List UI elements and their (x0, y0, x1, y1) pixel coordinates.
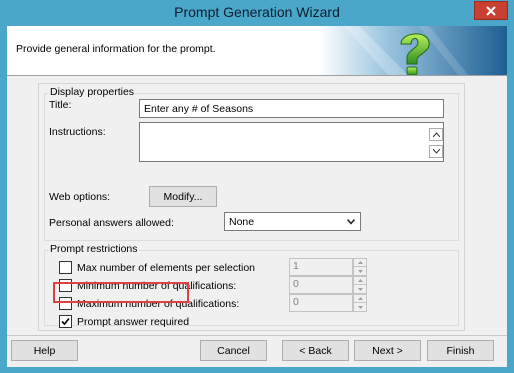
question-mark-banner-icon (319, 26, 507, 75)
answer-required-checkbox[interactable] (59, 315, 72, 328)
max-elements-label: Max number of elements per selection (77, 262, 256, 274)
spin-down-icon[interactable] (354, 303, 366, 311)
title-label: Title: (49, 99, 72, 111)
next-button[interactable]: Next > (354, 340, 421, 361)
min-qualifications-input[interactable]: 0 (289, 276, 353, 294)
dialog-client-area: Provide general information for the prom… (7, 26, 507, 367)
max-elements-input[interactable]: 1 (289, 258, 353, 276)
checkmark-icon (61, 317, 70, 326)
finish-button[interactable]: Finish (427, 340, 494, 361)
chevron-up-icon (432, 132, 440, 137)
chevron-down-icon (432, 149, 440, 154)
spin-down-icon[interactable] (354, 267, 366, 275)
max-qualifications-spinner[interactable] (353, 294, 367, 312)
chevron-down-icon (347, 219, 355, 225)
spin-up-icon[interactable] (354, 259, 366, 267)
personal-answers-label: Personal answers allowed: (49, 217, 174, 229)
modify-button[interactable]: Modify... (149, 186, 217, 207)
instructions-scroll-up[interactable] (429, 128, 443, 141)
close-icon (486, 5, 496, 16)
title-field[interactable]: Enter any # of Seasons (139, 99, 444, 118)
max-qualifications-input[interactable]: 0 (289, 294, 353, 312)
answer-required-highlight (53, 282, 189, 303)
answer-required-label: Prompt answer required (77, 316, 190, 328)
prompt-restrictions-label: Prompt restrictions (49, 243, 139, 255)
instructions-field[interactable] (139, 122, 444, 162)
spin-down-icon[interactable] (354, 285, 366, 293)
wizard-window: Prompt Generation Wizard Provide general… (0, 0, 514, 373)
instructions-label: Instructions: (49, 126, 106, 138)
spin-up-icon[interactable] (354, 295, 366, 303)
footer-separator (7, 335, 507, 336)
close-button[interactable] (474, 1, 508, 20)
min-qualifications-spinner[interactable] (353, 276, 367, 294)
spin-up-icon[interactable] (354, 277, 366, 285)
max-elements-spinner[interactable] (353, 258, 367, 276)
personal-answers-select[interactable]: None (224, 212, 361, 231)
display-properties-label: Display properties (49, 86, 136, 98)
window-title: Prompt Generation Wizard (174, 4, 340, 20)
personal-answers-value: None (229, 216, 255, 228)
instructions-scroll-down[interactable] (429, 145, 443, 158)
back-button[interactable]: < Back (282, 340, 349, 361)
web-options-label: Web options: (49, 191, 111, 203)
wizard-header: Provide general information for the prom… (7, 26, 507, 76)
cancel-button[interactable]: Cancel (200, 340, 267, 361)
max-elements-checkbox[interactable] (59, 261, 72, 274)
header-description: Provide general information for the prom… (16, 43, 216, 55)
title-bar[interactable]: Prompt Generation Wizard (0, 0, 514, 26)
help-button[interactable]: Help (11, 340, 78, 361)
